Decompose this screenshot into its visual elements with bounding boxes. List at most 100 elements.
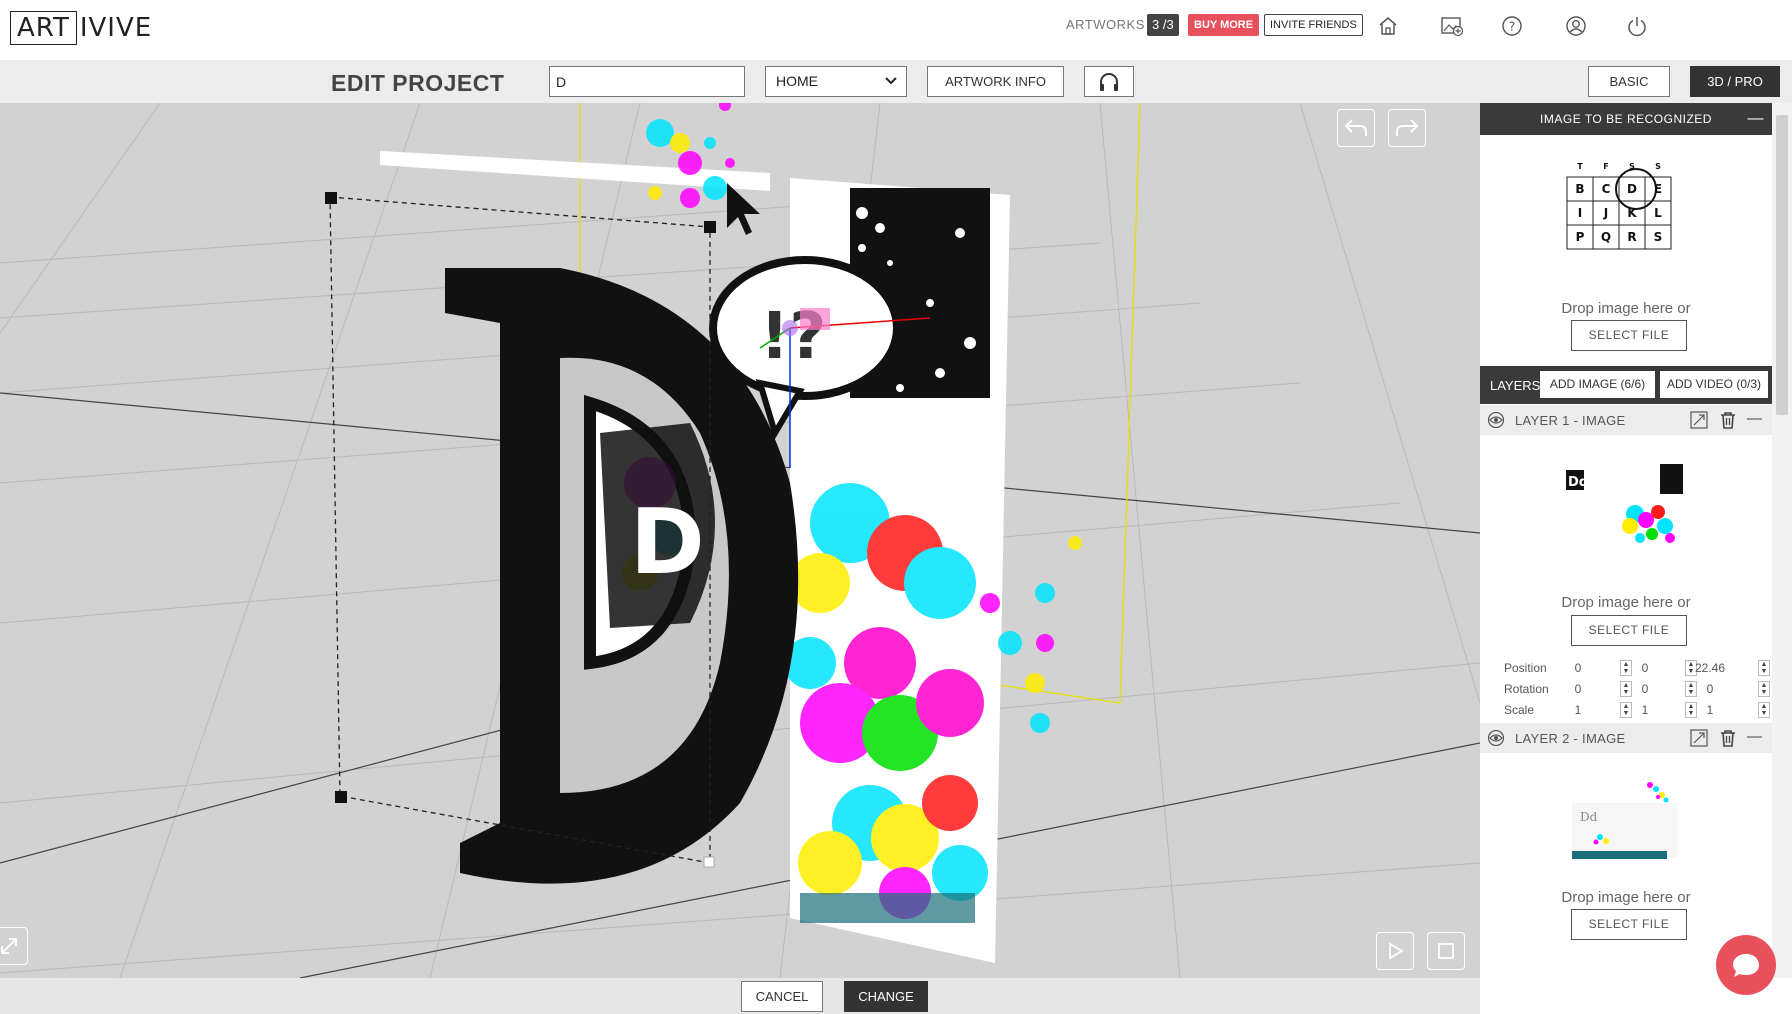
layer-2-header[interactable]: LAYER 2 - IMAGE — [1480,723,1772,753]
scene-canvas[interactable]: D !? [0,103,1480,978]
category-select-value: HOME [776,73,818,89]
page-title: EDIT PROJECT [331,70,505,96]
rotation-z-stepper[interactable]: ▲ ▼ [1758,681,1770,697]
thumb-letter: S [1654,230,1663,244]
crop-icon[interactable] [1690,729,1708,752]
logout-power-icon[interactable] [1624,13,1650,39]
fullscreen-button[interactable] [0,927,28,965]
eye-icon[interactable] [1486,411,1506,433]
basic-mode-button[interactable]: BASIC [1588,66,1670,97]
home-icon[interactable] [1375,13,1401,39]
layers-bar: LAYERS ADD IMAGE (6/6) ADD VIDEO (0/3) [1480,366,1772,404]
chat-button[interactable] [1716,935,1776,995]
target-drop-text: Drop image here or [1561,300,1691,317]
redo-icon [1396,119,1419,136]
cancel-button[interactable]: CANCEL [741,981,823,1012]
scale-y-value[interactable]: 1 [1620,703,1670,717]
expand-icon [1,938,17,954]
rotation-row: Rotation 0 ▲ ▼ 0 ▲ ▼ 0 ▲ ▼ [1480,679,1772,699]
position-z-value[interactable]: 22.46 [1685,661,1735,675]
collapse-layer-icon[interactable]: — [1747,728,1762,745]
panel-scrollbar[interactable] [1772,103,1792,978]
svg-text:D: D [630,490,705,595]
svg-text:Dd: Dd [1568,475,1588,490]
chevron-down-icon [884,67,898,106]
position-x-value[interactable]: 0 [1553,661,1603,675]
scale-label: Scale [1504,703,1535,717]
mini-letter-d: D [600,423,715,628]
rotation-y-value[interactable]: 0 [1620,682,1670,696]
layers-label: LAYERS [1490,378,1541,393]
buy-more-button[interactable]: BUY MORE [1188,14,1260,36]
eye-icon[interactable] [1486,729,1506,751]
layer-1-title: LAYER 1 - IMAGE [1515,413,1626,428]
panel-header-title: IMAGE TO BE RECOGNIZED [1540,112,1712,126]
thumb-letter: L [1654,206,1662,220]
collapse-icon[interactable]: — [1748,103,1765,135]
target-select-file-button[interactable]: SELECT FILE [1571,320,1687,351]
svg-text:?: ? [1509,20,1515,34]
trash-icon[interactable] [1720,411,1736,434]
add-video-button[interactable]: ADD VIDEO (0/3) [1660,371,1768,398]
thumb-letter: R [1627,230,1636,244]
account-icon[interactable] [1563,13,1589,39]
audio-button[interactable] [1084,66,1134,97]
rotation-z-value[interactable]: 0 [1685,682,1735,696]
artwork-info-button[interactable]: ARTWORK INFO [927,66,1064,97]
layer-2-thumbnail: Dd [1570,775,1690,875]
scale-x-value[interactable]: 1 [1553,703,1603,717]
help-icon[interactable]: ? [1499,13,1525,39]
change-button[interactable]: CHANGE [844,981,928,1012]
thumb-letter: I [1578,206,1582,220]
edit-toolbar: EDIT PROJECT HOME ARTWORK INFO BASIC 3D … [0,60,1792,103]
layer-1-thumbnail: Dd [1560,454,1700,554]
thumb-letter: S [1655,162,1661,171]
layer-2-title: LAYER 2 - IMAGE [1515,731,1626,746]
stop-icon [1438,943,1454,959]
add-artwork-icon[interactable] [1439,13,1465,39]
scale-z-stepper[interactable]: ▲ ▼ [1758,702,1770,718]
thumb-letter: B [1575,182,1584,196]
trash-icon[interactable] [1720,729,1736,752]
image-recognition-header: IMAGE TO BE RECOGNIZED — [1480,103,1772,135]
layer-1-header[interactable]: LAYER 1 - IMAGE — [1480,405,1772,435]
3d-viewport[interactable]: D !? [0,103,1480,978]
layer-1-drop-text: Drop image here or [1561,594,1691,611]
layer-1-select-file-button[interactable]: SELECT FILE [1571,615,1687,646]
artworks-label: ARTWORKS [1066,17,1145,32]
position-y-value[interactable]: 0 [1620,661,1670,675]
teal-brushstroke [800,893,975,923]
scrollbar-thumb[interactable] [1776,115,1788,415]
position-z-stepper[interactable]: ▲ ▼ [1758,660,1770,676]
position-row: Position 0 ▲ ▼ 0 ▲ ▼ 22.46 ▲ ▼ [1480,658,1772,678]
play-icon [1389,942,1404,960]
layer-2-select-file-button[interactable]: SELECT FILE [1571,909,1687,940]
add-image-button[interactable]: ADD IMAGE (6/6) [1540,371,1655,398]
thumb-letter: P [1576,230,1585,244]
layer-2-drop-text: Drop image here or [1561,889,1691,906]
stop-button[interactable] [1427,932,1465,970]
undo-button[interactable] [1337,109,1375,147]
play-button[interactable] [1376,932,1414,970]
invite-friends-button[interactable]: INVITE FRIENDS [1264,14,1363,36]
scale-z-value[interactable]: 1 [1685,703,1735,717]
logo-boxed-text: ART [10,11,77,45]
scale-row: Scale 1 ▲ ▼ 1 ▲ ▼ 1 ▲ ▼ [1480,700,1772,720]
thumb-letter: Q [1601,230,1611,244]
category-select[interactable]: HOME [765,66,907,97]
crop-icon[interactable] [1690,411,1708,434]
project-name-input[interactable] [549,66,745,97]
top-bar: ART IVIVE ARTWORKS 3 /3 BUY MORE INVITE … [0,0,1792,60]
undo-icon [1344,119,1367,136]
svg-text:Dd: Dd [1580,810,1598,824]
thumb-letter: D [1627,182,1637,196]
collapse-layer-icon[interactable]: — [1747,410,1762,427]
rotation-label: Rotation [1504,682,1549,696]
chat-icon [1733,954,1759,977]
artivive-logo[interactable]: ART IVIVE [10,11,152,45]
pro-mode-button[interactable]: 3D / PRO [1690,66,1780,97]
logo-text: IVIVE [79,13,153,43]
position-label: Position [1504,661,1547,675]
redo-button[interactable] [1388,109,1426,147]
rotation-x-value[interactable]: 0 [1553,682,1603,696]
